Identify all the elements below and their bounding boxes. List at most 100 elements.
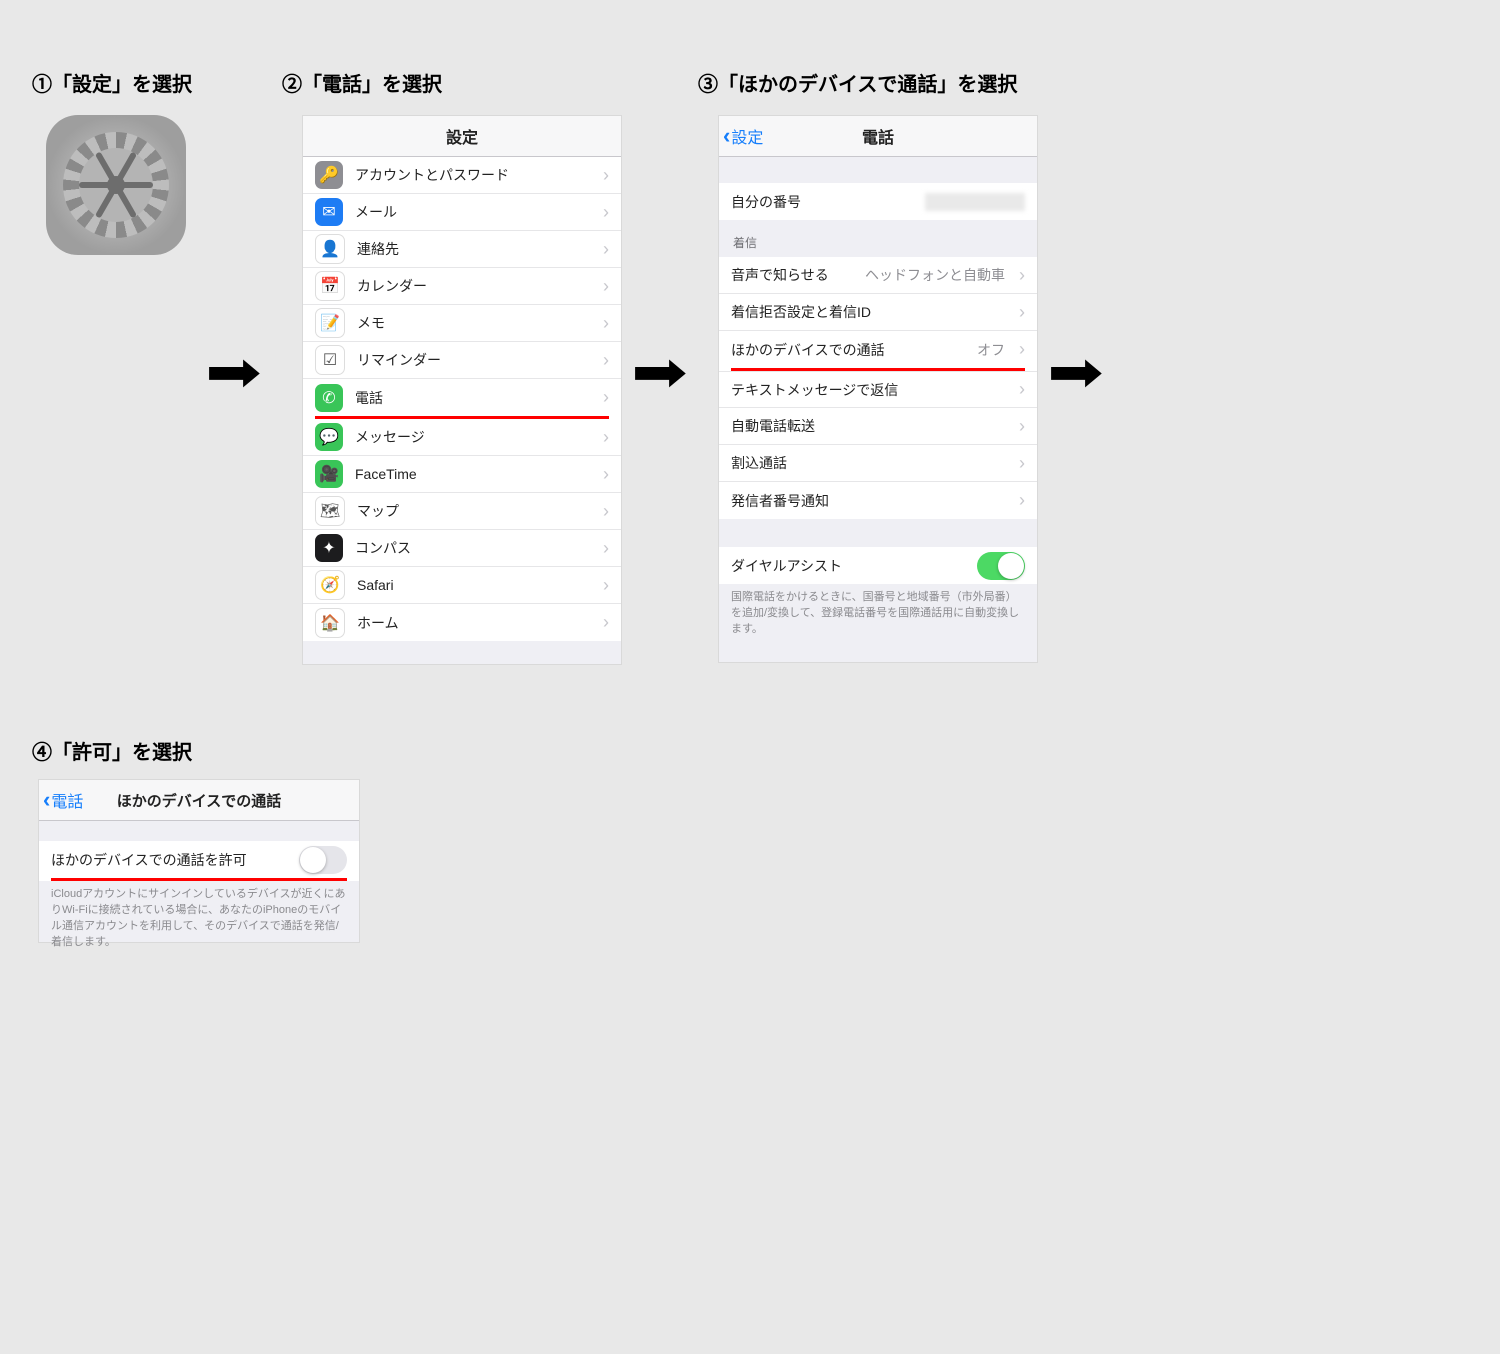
- app-icon: ✆: [315, 384, 343, 412]
- app-icon: ✉: [315, 198, 343, 226]
- call-forwarding-row[interactable]: 自動電話転送 ›: [719, 408, 1037, 445]
- step2-title: ②「電話」を選択: [282, 68, 442, 97]
- back-label: 電話: [51, 788, 83, 812]
- dial-assist-row[interactable]: ダイヤルアシスト: [719, 547, 1037, 584]
- chevron-left-icon: ‹: [723, 125, 730, 147]
- settings-row-メール[interactable]: ✉ メール ›: [303, 194, 621, 231]
- row-label: 割込通話: [731, 453, 787, 473]
- chevron-right-icon: ›: [603, 387, 609, 408]
- chevron-right-icon: ›: [603, 427, 609, 448]
- settings-screen: 設定 🔑アカウントとパスワード›✉メール›👤連絡先›📅カレンダー›📝メモ›☑リマ…: [302, 115, 622, 665]
- chevron-right-icon: ›: [1019, 416, 1025, 437]
- app-icon: 📝: [315, 308, 345, 338]
- settings-row-Safari[interactable]: 🧭 Safari ›: [303, 567, 621, 604]
- row-label: 電話: [355, 388, 383, 408]
- caller-id-row[interactable]: 発信者番号通知 ›: [719, 482, 1037, 519]
- row-value: オフ: [977, 340, 1005, 360]
- row-label: 着信拒否設定と着信ID: [731, 302, 871, 322]
- chevron-right-icon: ›: [603, 276, 609, 297]
- row-label: Safari: [357, 577, 394, 593]
- chevron-right-icon: ›: [1019, 339, 1025, 360]
- row-label: ホーム: [357, 613, 399, 633]
- chevron-right-icon: ›: [603, 612, 609, 633]
- allow-calls-toggle[interactable]: [299, 846, 347, 874]
- other-devices-row[interactable]: ほかのデバイスでの通話 オフ ›: [719, 331, 1037, 368]
- row-label: アカウントとパスワード: [355, 165, 509, 185]
- chevron-right-icon: ›: [1019, 302, 1025, 323]
- chevron-right-icon: ›: [603, 350, 609, 371]
- phone-settings-screen: ‹ 設定 電話 自分の番号 着信 音声で知らせる ヘッドフォンと自動車 › 着信…: [718, 115, 1038, 663]
- row-label: 自分の番号: [731, 192, 801, 212]
- settings-row-カレンダー[interactable]: 📅 カレンダー ›: [303, 268, 621, 305]
- row-label: テキストメッセージで返信: [731, 380, 898, 400]
- app-icon: 🔑: [315, 161, 343, 189]
- app-icon: 🏠: [315, 608, 345, 638]
- row-label: ほかのデバイスでの通話を許可: [51, 850, 247, 870]
- call-blocking-row[interactable]: 着信拒否設定と着信ID ›: [719, 294, 1037, 331]
- back-button[interactable]: ‹ 電話: [39, 788, 83, 812]
- gear-icon: [63, 132, 169, 238]
- row-label: マップ: [357, 501, 399, 521]
- row-label: メッセージ: [355, 427, 425, 447]
- chevron-right-icon: ›: [1019, 490, 1025, 511]
- arrow-icon: ➡: [1047, 344, 1103, 400]
- app-icon: 🧭: [315, 570, 345, 600]
- row-label: カレンダー: [357, 276, 427, 296]
- nav-title: ほかのデバイスでの通話: [39, 790, 359, 811]
- allow-calls-note: iCloudアカウントにサインインしているデバイスが近くにありWi-Fiに接続さ…: [39, 881, 359, 957]
- row-label: ほかのデバイスでの通話: [731, 340, 885, 360]
- announce-calls-row[interactable]: 音声で知らせる ヘッドフォンと自動車 ›: [719, 257, 1037, 294]
- settings-row-メッセージ[interactable]: 💬 メッセージ ›: [303, 419, 621, 456]
- settings-row-連絡先[interactable]: 👤 連絡先 ›: [303, 231, 621, 268]
- settings-row-アカウントとパスワード[interactable]: 🔑 アカウントとパスワード ›: [303, 157, 621, 194]
- respond-with-text-row[interactable]: テキストメッセージで返信 ›: [719, 371, 1037, 408]
- app-icon: 👤: [315, 234, 345, 264]
- step1-title: ①「設定」を選択: [32, 68, 192, 97]
- arrow-icon: ➡: [631, 344, 687, 400]
- chevron-left-icon: ‹: [43, 789, 50, 811]
- settings-app-icon[interactable]: [46, 115, 186, 255]
- settings-row-FaceTime[interactable]: 🎥FaceTime›: [303, 456, 621, 493]
- row-label: メール: [355, 202, 397, 222]
- row-label: 音声で知らせる: [731, 265, 829, 285]
- nav-title: 設定: [303, 124, 621, 148]
- settings-row-マップ[interactable]: 🗺 マップ ›: [303, 493, 621, 530]
- app-icon: 🗺: [315, 496, 345, 526]
- settings-row-コンパス[interactable]: ✦ コンパス ›: [303, 530, 621, 567]
- chevron-right-icon: ›: [603, 313, 609, 334]
- section-header: 着信: [719, 220, 1037, 257]
- chevron-right-icon: ›: [603, 165, 609, 186]
- app-icon: 💬: [315, 423, 343, 451]
- settings-row-電話[interactable]: ✆ 電話 ›: [303, 379, 621, 416]
- row-label: 連絡先: [357, 239, 399, 259]
- back-button[interactable]: ‹ 設定: [719, 124, 763, 148]
- back-label: 設定: [731, 124, 763, 148]
- chevron-right-icon: ›: [603, 575, 609, 596]
- dial-assist-toggle[interactable]: [977, 552, 1025, 580]
- settings-row-ホーム[interactable]: 🏠 ホーム ›: [303, 604, 621, 641]
- settings-row-メモ[interactable]: 📝 メモ ›: [303, 305, 621, 342]
- chevron-right-icon: ›: [603, 501, 609, 522]
- chevron-right-icon: ›: [603, 239, 609, 260]
- chevron-right-icon: ›: [1019, 453, 1025, 474]
- chevron-right-icon: ›: [1019, 265, 1025, 286]
- row-label: コンパス: [355, 538, 411, 558]
- app-icon: 📅: [315, 271, 345, 301]
- row-label: メモ: [357, 313, 385, 333]
- row-label: ダイヤルアシスト: [731, 556, 842, 576]
- step4-title: ④「許可」を選択: [32, 736, 192, 765]
- row-label: 自動電話転送: [731, 416, 815, 436]
- my-number-row[interactable]: 自分の番号: [719, 183, 1037, 220]
- chevron-right-icon: ›: [603, 202, 609, 223]
- app-icon: ☑: [315, 345, 345, 375]
- chevron-right-icon: ›: [603, 538, 609, 559]
- settings-row-リマインダー[interactable]: ☑リマインダー›: [303, 342, 621, 379]
- chevron-right-icon: ›: [603, 464, 609, 485]
- row-value: ヘッドフォンと自動車: [865, 265, 1005, 285]
- app-icon: ✦: [315, 534, 343, 562]
- allow-calls-row[interactable]: ほかのデバイスでの通話を許可: [39, 841, 359, 878]
- call-waiting-row[interactable]: 割込通話 ›: [719, 445, 1037, 482]
- arrow-icon: ➡: [205, 344, 261, 400]
- nav-title: 電話: [719, 124, 1037, 148]
- other-devices-screen: ‹ 電話 ほかのデバイスでの通話 ほかのデバイスでの通話を許可 iCloudアカ…: [38, 779, 360, 943]
